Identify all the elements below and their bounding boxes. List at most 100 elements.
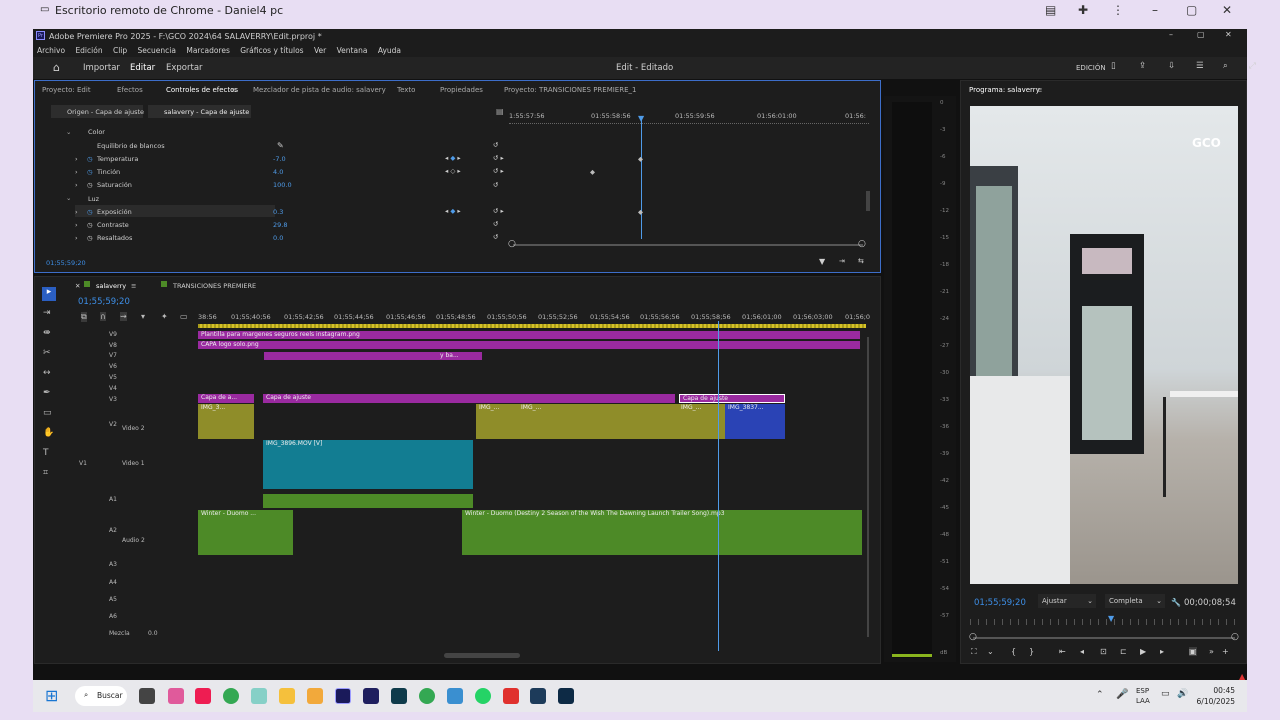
panel-menu-icon[interactable]: ≡ xyxy=(1037,86,1042,94)
mark-in-icon[interactable]: { xyxy=(1011,647,1016,656)
chevron-right-icon[interactable]: › xyxy=(75,168,78,176)
list-icon[interactable]: ☰ xyxy=(1196,61,1204,71)
tint-value[interactable]: 4.0 xyxy=(273,168,283,176)
chevron-right-icon[interactable]: › xyxy=(75,221,78,229)
step-back-icon[interactable]: ◂ xyxy=(1080,647,1084,656)
program-playhead-icon[interactable]: ▼ xyxy=(1108,614,1114,623)
menu-ventana[interactable]: Ventana xyxy=(337,46,368,55)
menu-secuencia[interactable]: Secuencia xyxy=(138,46,176,55)
photoshop-icon[interactable] xyxy=(558,688,574,704)
marker-icon[interactable]: ▾ xyxy=(141,312,145,321)
step-forward-icon[interactable]: ▸ xyxy=(1160,647,1164,656)
menu-ayuda[interactable]: Ayuda xyxy=(378,46,401,55)
extension-icon[interactable]: ✚ xyxy=(1078,3,1088,17)
program-scrub-ticks[interactable] xyxy=(970,619,1238,625)
chevron-down-icon[interactable]: ⌄ xyxy=(66,194,71,202)
caption-tool-icon[interactable]: ⌗ xyxy=(43,468,48,478)
hand-icon[interactable]: ✋ xyxy=(43,428,54,438)
track-v1[interactable]: V1 xyxy=(79,460,87,467)
zoom-handle[interactable]: ○ xyxy=(858,239,866,249)
marker-icon[interactable]: ⛶ xyxy=(971,647,977,657)
clip-v3-adjust-b[interactable]: Capa de ajuste xyxy=(263,394,675,403)
reset-icon[interactable]: ↺ xyxy=(493,233,498,241)
language-label[interactable]: ESP xyxy=(1136,687,1149,695)
tab-menu-icon[interactable]: ≡ xyxy=(131,282,136,290)
windows-start-icon[interactable]: ⊞ xyxy=(45,686,58,705)
track-v2[interactable]: V2 xyxy=(109,421,117,428)
keyframe-nav[interactable]: ◂ ◇ ▸ xyxy=(445,167,461,175)
lift-icon[interactable]: ⊡ xyxy=(1100,647,1107,656)
minimize-icon[interactable]: – xyxy=(1169,30,1173,39)
type-icon[interactable]: T xyxy=(43,448,49,458)
program-zoom-bar[interactable] xyxy=(973,637,1235,639)
chevron-right-icon[interactable]: › xyxy=(75,181,78,189)
track-v8[interactable]: V8 xyxy=(109,342,117,349)
timeline-hscroll[interactable] xyxy=(444,653,520,658)
tab-menu-icon[interactable]: ≡ xyxy=(231,86,237,94)
keyframe-icon[interactable]: ◆ xyxy=(590,168,595,176)
search-box[interactable]: ⌕ Buscar xyxy=(75,686,127,706)
menu-clip[interactable]: Clip xyxy=(113,46,127,55)
volume-icon[interactable]: 🔊 xyxy=(1177,689,1188,699)
program-video-frame[interactable]: GCO xyxy=(970,106,1238,584)
whatsapp-icon[interactable] xyxy=(475,688,491,704)
maximize-icon[interactable]: ▢ xyxy=(1186,3,1197,17)
lightroom-icon[interactable] xyxy=(530,688,546,704)
maximize-icon[interactable]: ▢ xyxy=(1197,30,1205,39)
clip-a2-music-a[interactable]: Winter - Duomo ... xyxy=(198,510,293,555)
app-icon[interactable] xyxy=(503,688,519,704)
export-frame-icon[interactable]: ▣ xyxy=(1189,647,1197,656)
clip-v8-logo[interactable]: CAPA logo solo.png xyxy=(198,341,860,349)
stopwatch-icon[interactable]: ◷ xyxy=(87,208,93,216)
reset-icon[interactable]: ↺ ▸ xyxy=(493,167,504,175)
track-v7[interactable]: V7 xyxy=(109,352,117,359)
clip-v9-template[interactable]: Plantilla para margenes seguros reels in… xyxy=(198,331,860,339)
zoom-icon[interactable]: ⌕ xyxy=(1223,61,1228,71)
clip-a2-music-b[interactable]: Winter - Duomo (Destiny 2 Season of the … xyxy=(462,510,862,555)
reset-icon[interactable]: ↺ ▸ xyxy=(493,207,504,215)
share-icon[interactable]: ⇪ xyxy=(1139,61,1146,71)
stopwatch-icon[interactable]: ◷ xyxy=(87,168,93,176)
tab-proyecto-edit[interactable]: Proyecto: Edit xyxy=(42,86,91,94)
timeline-timecode[interactable]: 01;55;59;20 xyxy=(78,297,130,307)
extract-icon[interactable]: ⊏ xyxy=(1120,647,1127,656)
tab-transiciones[interactable]: TRANSICIONES PREMIERE xyxy=(173,282,256,290)
zoom-handle[interactable]: ○ xyxy=(508,239,516,249)
export-frame-icon[interactable]: ⇥ xyxy=(839,257,845,265)
chevron-down-icon[interactable]: ⌄ xyxy=(987,647,994,656)
clip-v2-img-group[interactable]: IMG_... IMG_... xyxy=(476,404,678,439)
ec-zoom-bar[interactable] xyxy=(513,244,863,246)
zoom-handle[interactable]: ○ xyxy=(969,632,977,642)
wrench-icon[interactable]: ✦ xyxy=(161,312,168,321)
reset-icon[interactable]: ↺ ▸ xyxy=(493,154,504,162)
pen-icon[interactable]: ✒ xyxy=(43,388,51,398)
tab-transiciones[interactable]: Proyecto: TRANSICIONES PREMIERE_1 xyxy=(504,86,636,94)
tab-salaverry[interactable]: salaverry xyxy=(96,282,126,290)
close-icon[interactable]: ✕ xyxy=(1225,30,1232,39)
saturation-value[interactable]: 100.0 xyxy=(273,181,292,189)
close-icon[interactable]: ✕ xyxy=(1222,3,1232,17)
chevron-right-icon[interactable]: › xyxy=(75,234,78,242)
minimize-icon[interactable]: – xyxy=(1152,3,1158,17)
mark-out-icon[interactable]: } xyxy=(1029,647,1034,656)
app-icon[interactable] xyxy=(251,688,267,704)
more-controls-icon[interactable]: » xyxy=(1209,647,1214,656)
stopwatch-icon[interactable]: ◷ xyxy=(87,181,93,189)
menu-graficos[interactable]: Gráficos y títulos xyxy=(240,46,303,55)
tab-texto[interactable]: Texto xyxy=(397,86,415,94)
wrench-icon[interactable]: 🔧 xyxy=(1171,598,1181,607)
track-v9[interactable]: V9 xyxy=(109,331,117,338)
premiere-icon[interactable] xyxy=(335,688,351,704)
track-v5[interactable]: V5 xyxy=(109,374,117,381)
timeline-toggle-icon[interactable]: ▤ xyxy=(496,107,504,116)
go-to-in-icon[interactable]: ⇤ xyxy=(1059,647,1066,656)
track-v3[interactable]: V3 xyxy=(109,396,117,403)
temperature-value[interactable]: -7.0 xyxy=(273,155,286,163)
scrollbar[interactable] xyxy=(866,191,870,211)
export-icon[interactable]: ⇩ xyxy=(1168,61,1175,71)
source-salaverry[interactable]: salaverry - Capa de ajuste xyxy=(148,105,251,118)
quality-dropdown[interactable]: Completa ⌄ xyxy=(1105,594,1165,608)
tab-editar[interactable]: Editar xyxy=(130,63,155,73)
app-icon[interactable] xyxy=(307,688,323,704)
clipboard-icon[interactable]: ▤ xyxy=(1045,3,1056,17)
